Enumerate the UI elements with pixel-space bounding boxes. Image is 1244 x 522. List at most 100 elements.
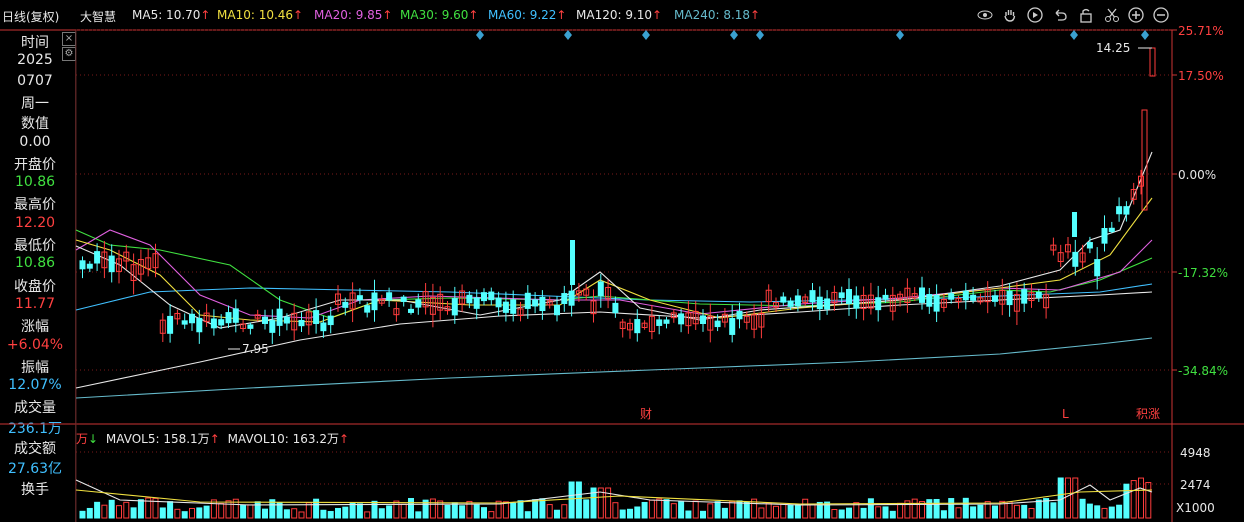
volume-bar (108, 499, 115, 519)
candle-body (495, 297, 502, 308)
volume-bar (532, 499, 539, 519)
candle-body (561, 293, 568, 305)
volume-bar (575, 481, 582, 519)
price-axis-label: -34.84% (1178, 364, 1228, 378)
volume-bar (867, 498, 874, 519)
volume-bar (554, 509, 560, 519)
volume-bar (846, 507, 852, 519)
volume-bar (612, 502, 619, 519)
volume-bar (692, 500, 699, 519)
volume-bar (298, 511, 305, 519)
volume-bar (247, 504, 254, 519)
volume-bar (415, 511, 422, 519)
candle-body (992, 295, 998, 302)
candle-body (1141, 109, 1148, 211)
volume-bar (656, 498, 663, 519)
volume-bar (444, 504, 451, 519)
volume-bar (882, 506, 889, 519)
candle-body (736, 310, 743, 320)
volume-bar (729, 500, 736, 519)
event-diamond-icon (756, 30, 764, 40)
volume-bar (349, 502, 356, 519)
volume-bar (262, 508, 268, 519)
event-diamond-icon (1141, 30, 1149, 40)
candle-body (451, 298, 458, 316)
event-diamond-icon (896, 30, 904, 40)
volume-bar (926, 499, 933, 519)
volume-bar (889, 510, 896, 519)
volume-bar (335, 507, 341, 519)
candle-body (1035, 291, 1042, 299)
candle-body (1123, 206, 1130, 215)
volume-bar (714, 501, 721, 519)
mavol10-label: MAVOL10: 163.2万 (227, 432, 339, 446)
volume-bar (670, 503, 677, 519)
volume-bar (137, 499, 144, 519)
volume-bar (342, 506, 349, 519)
volume-bar (488, 511, 495, 519)
candle-body (481, 292, 487, 302)
volume-bar (933, 498, 940, 519)
volume-bar (101, 504, 108, 519)
volume-bar (773, 505, 779, 519)
volume-bar (648, 499, 655, 519)
candle-body (342, 301, 349, 308)
volume-bar (123, 501, 130, 519)
event-diamond-icon (476, 30, 484, 40)
volume-bar (451, 502, 458, 519)
candle-body (948, 293, 955, 300)
candle-body (1094, 259, 1101, 277)
candle-body (196, 317, 203, 333)
volume-bar (685, 510, 692, 519)
volume-bar (429, 498, 436, 519)
price-axis-label: 17.50% (1178, 69, 1224, 83)
volume-bar (897, 502, 904, 519)
candle-body (313, 310, 320, 325)
volume-bar (1013, 504, 1020, 519)
candle-body (933, 294, 940, 312)
volume-bar (130, 507, 137, 519)
candle-body (846, 289, 852, 305)
candle-body (714, 320, 721, 328)
volume-bar (225, 500, 232, 519)
candle-body (1101, 227, 1108, 244)
candle-body (218, 319, 225, 326)
volume-bar (780, 503, 787, 519)
volume-bar (86, 507, 93, 519)
volume-bar (875, 506, 882, 519)
high-price-label: 14.25 (1096, 41, 1130, 55)
candle-body (356, 295, 363, 301)
volume-bar (291, 508, 298, 519)
candle-body (780, 296, 787, 303)
volume-bar (977, 504, 984, 519)
candle-body (510, 299, 517, 314)
volume-bar (386, 505, 393, 519)
candle-body (882, 294, 889, 300)
event-marker-rally: 积涨 (1136, 406, 1160, 421)
volume-bar (408, 498, 414, 519)
event-marker-l: L (1062, 407, 1069, 421)
volume-bar (1145, 482, 1152, 519)
volume-bar (1094, 505, 1101, 519)
volume-bar (320, 509, 327, 519)
candle-body (663, 319, 670, 324)
event-diamond-icon (642, 30, 650, 40)
candle-body (262, 316, 268, 324)
candle-body (94, 251, 101, 264)
volume-bar (707, 503, 714, 519)
volume-bar (356, 503, 363, 519)
event-marker-finance: 财 (640, 407, 652, 421)
candle-body (276, 308, 283, 326)
volume-bar (400, 503, 407, 519)
candle-body (247, 324, 254, 329)
candle-body (86, 263, 93, 269)
candle-body (108, 255, 115, 273)
volume-bar (970, 506, 977, 519)
volume-bar (240, 504, 247, 519)
volume-bar (159, 507, 166, 519)
volume-bar (721, 507, 728, 519)
volume-bar (1086, 503, 1093, 519)
candle-body (364, 305, 371, 313)
candle-body (794, 295, 801, 307)
candle-body (502, 301, 509, 313)
